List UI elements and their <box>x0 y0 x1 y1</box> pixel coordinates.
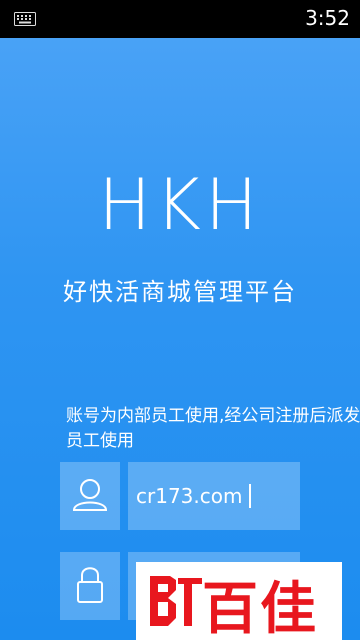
status-time: 3:52 <box>305 6 350 30</box>
status-bar: 3:52 <box>0 0 360 38</box>
keyboard-icon <box>14 12 36 26</box>
app-logo: HKH <box>98 164 262 246</box>
watermark-text: 百佳 <box>202 577 318 640</box>
lock-icon <box>77 567 103 603</box>
watermark-logo-icon <box>150 576 202 626</box>
login-screen: HKH 好快活商城管理平台 账号为内部员工使用,经公司注册后派发员工使用 百佳 <box>0 38 360 640</box>
watermark: 百佳 <box>136 562 342 640</box>
app-subtitle: 好快活商城管理平台 <box>63 278 297 306</box>
account-icon-box <box>60 462 120 530</box>
account-field[interactable] <box>128 462 300 530</box>
account-input[interactable] <box>136 462 296 530</box>
text-caret <box>249 484 251 508</box>
account-notice: 账号为内部员工使用,经公司注册后派发员工使用 <box>66 406 360 451</box>
password-icon-box <box>60 552 120 620</box>
user-icon <box>72 479 108 511</box>
